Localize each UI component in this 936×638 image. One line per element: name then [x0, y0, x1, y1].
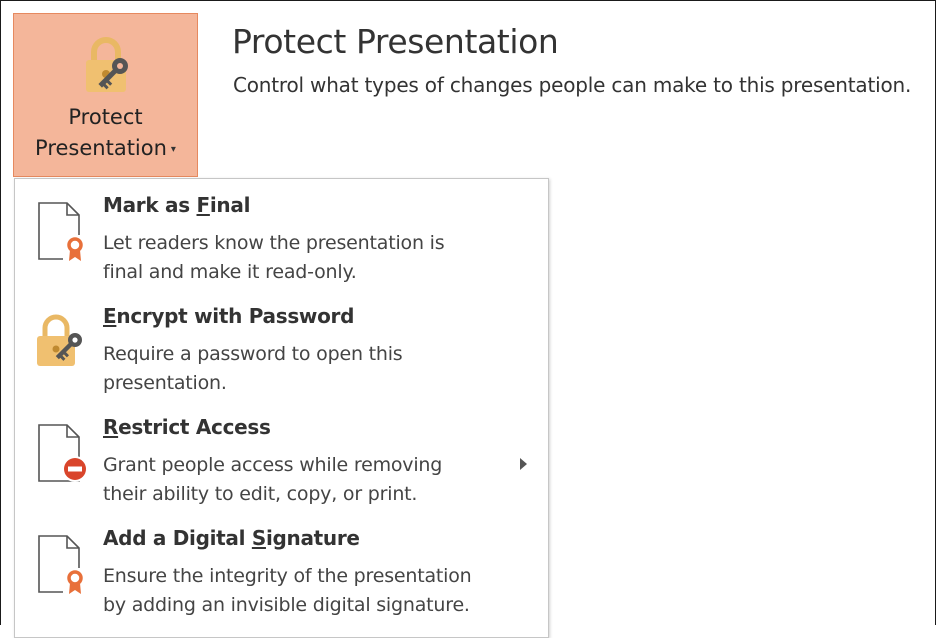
menu-item-title: Add a Digital Signature — [103, 526, 360, 550]
title-text: estrict Access — [118, 415, 271, 439]
title-accesskey: F — [196, 193, 211, 217]
menu-item-encrypt-with-password[interactable]: Encrypt with Password Require a password… — [15, 290, 548, 401]
menu-item-description: Let readers know the presentation is fin… — [103, 229, 523, 287]
menu-item-add-digital-signature[interactable]: Add a Digital Signature Ensure the integ… — [15, 512, 548, 623]
description-line: Ensure the integrity of the presentation — [103, 565, 472, 587]
description-line: final and make it read-only. — [103, 261, 357, 283]
document-no-entry-icon — [38, 424, 88, 482]
menu-item-description: Grant people access while removing their… — [103, 451, 523, 509]
protect-dropdown-menu: Mark as Final Let readers know the prese… — [14, 178, 549, 638]
menu-item-title: Mark as Final — [103, 193, 250, 217]
menu-item-mark-as-final[interactable]: Mark as Final Let readers know the prese… — [15, 179, 548, 290]
protect-button-label: Protect Presentation ▾ — [14, 102, 197, 165]
submenu-arrow-icon[interactable] — [520, 458, 527, 470]
page-description: Control what types of changes people can… — [233, 73, 912, 97]
document-ribbon-icon — [38, 535, 89, 594]
description-line: Require a password to open this — [103, 343, 403, 365]
description-line: presentation. — [103, 372, 227, 394]
menu-item-restrict-access[interactable]: Restrict Access Grant people access whil… — [15, 401, 548, 512]
document-ribbon-icon — [38, 202, 89, 261]
protect-button-line2: Presentation — [35, 136, 167, 160]
title-text: Add a Digital — [103, 526, 252, 550]
description-line: their ability to edit, copy, or print. — [103, 483, 418, 505]
description-line: Grant people access while removing — [103, 454, 443, 476]
protect-button-line1: Protect — [68, 105, 143, 129]
title-text: ncrypt with Password — [116, 304, 355, 328]
title-accesskey: E — [103, 304, 117, 328]
title-accesskey: S — [251, 526, 266, 550]
menu-item-description: Require a password to open this presenta… — [103, 340, 523, 398]
lock-key-icon — [86, 37, 128, 92]
description-line: by adding an invisible digital signature… — [103, 594, 470, 616]
menu-item-description: Ensure the integrity of the presentation… — [103, 562, 523, 620]
protect-button-line2-row: Presentation ▾ — [14, 133, 197, 165]
title-text: Mark as — [103, 193, 197, 217]
menu-item-title: Encrypt with Password — [103, 304, 354, 328]
title-text: inal — [209, 193, 251, 217]
title-accesskey: R — [103, 415, 119, 439]
description-line: Let readers know the presentation is — [103, 232, 445, 254]
protect-presentation-button[interactable]: Protect Presentation ▾ — [13, 13, 198, 177]
page-title: Protect Presentation — [232, 22, 559, 61]
menu-item-title: Restrict Access — [103, 415, 271, 439]
title-text: ignature — [265, 526, 360, 550]
lock-key-icon — [37, 314, 82, 366]
chevron-down-icon: ▾ — [170, 143, 176, 155]
